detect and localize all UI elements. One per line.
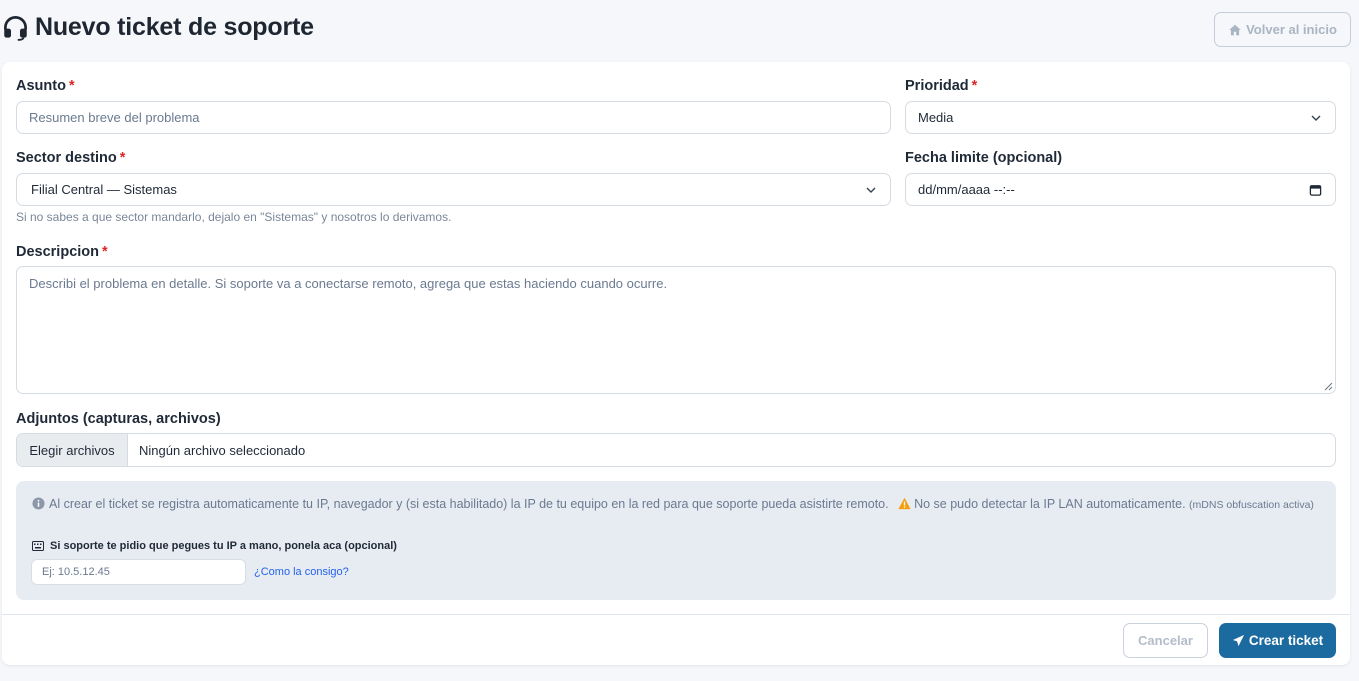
resize-handle-icon[interactable] — [1324, 382, 1333, 391]
calendar-icon[interactable] — [1309, 183, 1322, 196]
attachments-label: Adjuntos (capturas, archivos) — [16, 411, 221, 427]
home-icon — [1229, 24, 1241, 35]
file-status: Ningún archivo seleccionado — [139, 442, 306, 458]
page-header: Nuevo ticket de soporte Volver al inicio — [0, 0, 1359, 62]
sector-select[interactable]: Filial Central — Sistemas — [16, 173, 891, 206]
page-title: Nuevo ticket de soporte — [2, 13, 314, 42]
chevron-down-icon — [1311, 115, 1321, 121]
create-ticket-button[interactable]: Crear ticket — [1219, 623, 1336, 658]
subject-input[interactable]: Resumen breve del problema — [16, 101, 891, 134]
back-home-label: Volver al inicio — [1246, 22, 1337, 37]
chevron-down-icon — [866, 187, 876, 193]
subject-label: Asunto * — [16, 78, 75, 94]
cancel-button[interactable]: Cancelar — [1123, 623, 1208, 658]
description-label: Descripcion * — [16, 244, 108, 260]
description-textarea[interactable]: Describi el problema en detalle. Si sopo… — [16, 266, 1336, 394]
ticket-form-card: Asunto * Resumen breve del problema Prior… — [2, 62, 1350, 665]
headset-icon — [4, 16, 27, 41]
sector-label: Sector destino * — [16, 150, 126, 166]
info-box: Al crear el ticket se registra automatic… — [16, 481, 1336, 600]
info-text: Al crear el ticket se registra automatic… — [32, 495, 1322, 515]
manual-ip-label: Si soporte te pidio que pegues tu IP a m… — [32, 540, 397, 552]
manual-ip-input[interactable]: Ej: 10.5.12.45 — [31, 559, 246, 585]
how-to-get-ip-link[interactable]: ¿Como la consigo? — [254, 566, 349, 578]
page-title-text: Nuevo ticket de soporte — [35, 13, 314, 41]
warning-icon — [898, 497, 911, 510]
footer-divider — [2, 614, 1350, 615]
due-date-input[interactable]: dd/mm/aaaa --:-- — [905, 173, 1336, 206]
back-home-button[interactable]: Volver al inicio — [1214, 12, 1351, 47]
attachments-input[interactable]: Elegir archivos Ningún archivo seleccion… — [16, 433, 1336, 467]
paper-plane-icon — [1232, 634, 1244, 647]
keyboard-icon — [32, 541, 44, 551]
choose-files-button[interactable]: Elegir archivos — [17, 434, 128, 466]
sector-hint: Si no sabes a que sector mandarlo, dejal… — [16, 210, 452, 224]
priority-label: Prioridad * — [905, 78, 978, 94]
info-icon — [32, 497, 45, 510]
priority-select[interactable]: Media — [905, 101, 1336, 134]
due-date-label: Fecha limite (opcional) — [905, 150, 1063, 166]
